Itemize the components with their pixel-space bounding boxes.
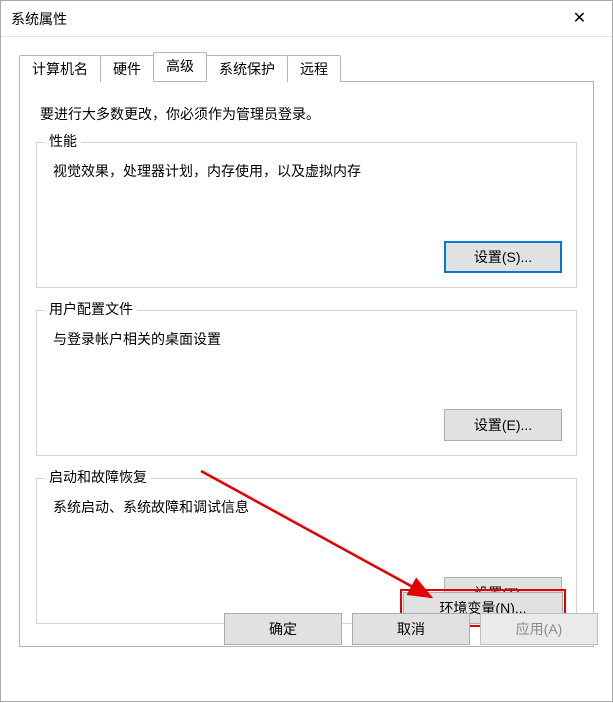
group-user-profile-legend: 用户配置文件 (45, 299, 137, 319)
tab-computer-name[interactable]: 计算机名 (19, 55, 101, 82)
tab-hardware[interactable]: 硬件 (100, 55, 154, 82)
tab-strip: 计算机名 硬件 高级 系统保护 远程 (19, 53, 594, 82)
dialog-footer-buttons: 确定 取消 应用(A) (224, 613, 598, 645)
group-performance-desc: 视觉效果，处理器计划，内存使用，以及虚拟内存 (53, 161, 562, 181)
close-icon: ✕ (573, 11, 586, 27)
tab-advanced[interactable]: 高级 (153, 52, 207, 81)
close-button[interactable]: ✕ (557, 4, 602, 34)
tab-system-protection[interactable]: 系统保护 (206, 55, 288, 82)
system-properties-window: 系统属性 ✕ 计算机名 硬件 高级 系统保护 远程 要进行大多数更改，你必须作为… (0, 0, 613, 702)
group-startup-recovery-legend: 启动和故障恢复 (45, 467, 151, 487)
apply-button[interactable]: 应用(A) (480, 613, 598, 645)
cancel-button[interactable]: 取消 (352, 613, 470, 645)
dialog-body: 计算机名 硬件 高级 系统保护 远程 要进行大多数更改，你必须作为管理员登录。 … (1, 37, 612, 659)
group-performance: 性能 视觉效果，处理器计划，内存使用，以及虚拟内存 设置(S)... (36, 142, 577, 288)
window-title: 系统属性 (11, 9, 67, 29)
titlebar: 系统属性 ✕ (1, 1, 612, 37)
tab-remote[interactable]: 远程 (287, 55, 341, 82)
group-user-profile: 用户配置文件 与登录帐户相关的桌面设置 设置(E)... (36, 310, 577, 456)
group-performance-legend: 性能 (45, 131, 81, 151)
group-user-profile-desc: 与登录帐户相关的桌面设置 (53, 329, 562, 349)
ok-button[interactable]: 确定 (224, 613, 342, 645)
group-startup-recovery-desc: 系统启动、系统故障和调试信息 (53, 497, 562, 517)
advanced-tab-page: 要进行大多数更改，你必须作为管理员登录。 性能 视觉效果，处理器计划，内存使用，… (19, 82, 594, 647)
user-profile-settings-button[interactable]: 设置(E)... (444, 409, 562, 441)
admin-note: 要进行大多数更改，你必须作为管理员登录。 (40, 104, 577, 124)
performance-settings-button[interactable]: 设置(S)... (444, 241, 562, 273)
